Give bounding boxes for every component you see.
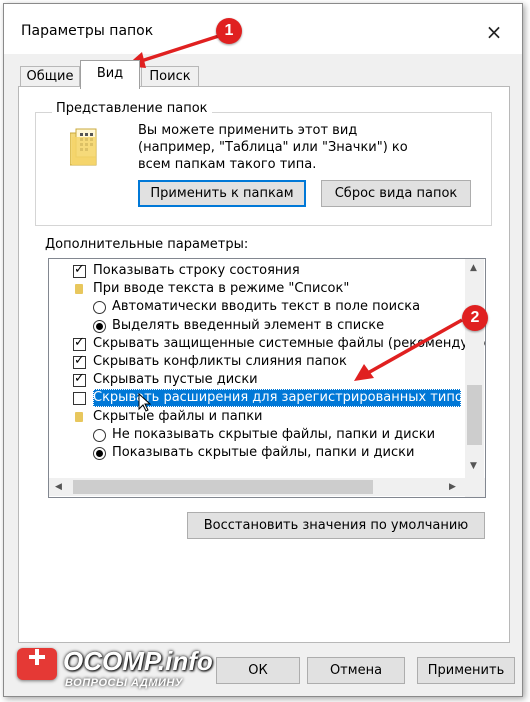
watermark-tagline: ВОПРОСЫ АДМИНУ: [65, 677, 183, 689]
tab-view[interactable]: Вид: [80, 60, 140, 89]
annotation-badge-2: 2: [462, 305, 488, 331]
mouse-cursor-icon: [138, 393, 152, 412]
annotation-arrows: [126, 32, 463, 381]
watermark-brand: OCOMP.info: [63, 646, 213, 676]
watermark-logo-icon: [17, 648, 57, 680]
annotation-badge-1: 1: [216, 18, 242, 44]
watermark: OCOMP.info ВОПРОСЫ АДМИНУ: [13, 646, 228, 696]
